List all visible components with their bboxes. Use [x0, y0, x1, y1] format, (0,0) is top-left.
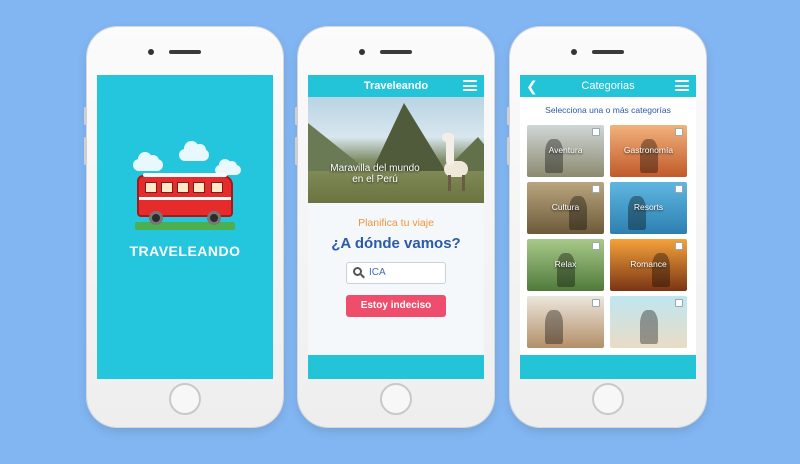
search-value: ICA [369, 267, 386, 278]
undecided-button[interactable]: Estoy indeciso [346, 295, 446, 317]
phone-side-button [295, 107, 298, 125]
category-tile[interactable] [610, 296, 687, 348]
category-checkbox[interactable] [592, 299, 600, 307]
category-tile[interactable]: Aventura [527, 125, 604, 177]
category-label: Gastronomía [623, 145, 674, 155]
cloud-icon [179, 141, 209, 161]
phone-side-button [507, 137, 510, 165]
category-label: Aventura [548, 145, 583, 155]
app-header: ❮ Categorias [520, 75, 696, 97]
category-label: Resorts [633, 202, 664, 212]
bus-window [145, 182, 157, 193]
cloud-icon [133, 152, 163, 171]
phone-splash: TRAVELEANDO [84, 27, 283, 427]
speaker-grille [380, 50, 412, 54]
camera-icon [359, 49, 365, 55]
categories-subtitle: Selecciona una o más categorías [545, 105, 671, 115]
llama-icon [440, 133, 470, 193]
hero-image: Maravilla del mundo en el Perú [308, 97, 484, 203]
header-title: Traveleando [363, 80, 429, 92]
phone-side-button [507, 107, 510, 125]
phone-side-button [295, 137, 298, 165]
category-grid: Aventura Gastronomía Cultura Resorts Relax Ro… [527, 125, 689, 348]
splash-screen: TRAVELEANDO [97, 75, 273, 379]
bottom-bar [520, 355, 696, 379]
home-button[interactable] [169, 383, 201, 415]
app-header: Traveleando [308, 75, 484, 97]
camera-icon [148, 49, 154, 55]
category-checkbox[interactable] [592, 128, 600, 136]
destination-question: ¿A dónde vamos? [331, 235, 461, 252]
bus-window [161, 182, 173, 193]
hero-caption: Maravilla del mundo en el Perú [330, 163, 420, 185]
speaker-grille [592, 50, 624, 54]
grass-strip [135, 222, 235, 230]
header-title: Categorias [581, 80, 635, 92]
menu-icon[interactable] [463, 80, 477, 91]
category-photo-detail [640, 310, 658, 344]
plan-trip-label: Planifica tu viaje [358, 217, 434, 229]
category-photo-detail [545, 310, 563, 344]
category-checkbox[interactable] [592, 185, 600, 193]
splash-background: TRAVELEANDO [97, 75, 273, 379]
category-label: Romance [630, 259, 667, 269]
bottom-bar [308, 355, 484, 379]
category-tile[interactable]: Resorts [610, 182, 687, 234]
camera-icon [571, 49, 577, 55]
wheel-icon [207, 211, 221, 225]
category-checkbox[interactable] [675, 299, 683, 307]
categories-screen: ❮ Categorias Selecciona una o más catego… [520, 75, 696, 379]
search-icon [353, 267, 365, 279]
category-checkbox[interactable] [675, 185, 683, 193]
category-tile[interactable] [527, 296, 604, 348]
home-button[interactable] [592, 383, 624, 415]
menu-icon[interactable] [675, 80, 689, 91]
category-checkbox[interactable] [675, 128, 683, 136]
splash-title: TRAVELEANDO [129, 243, 241, 259]
category-label: Cultura [551, 202, 580, 212]
category-tile[interactable]: Romance [610, 239, 687, 291]
phone-side-button [84, 137, 87, 165]
bus-roof [143, 173, 227, 177]
bus-stripe [139, 197, 231, 200]
wheel-icon [149, 211, 163, 225]
home-button[interactable] [380, 383, 412, 415]
category-label: Relax [554, 259, 577, 269]
destination-search-input[interactable]: ICA [346, 262, 446, 284]
home-content: Planifica tu viaje ¿A dónde vamos? ICA E… [308, 203, 484, 355]
bus-window [177, 182, 189, 193]
category-tile[interactable]: Cultura [527, 182, 604, 234]
phone-categories: ❮ Categorias Selecciona una o más catego… [507, 27, 706, 427]
category-tile[interactable]: Relax [527, 239, 604, 291]
speaker-grille [169, 50, 201, 54]
home-screen: Traveleando Maravilla del mundo en el Pe… [308, 75, 484, 379]
back-arrow-icon[interactable]: ❮ [526, 78, 538, 94]
bus-window [193, 182, 205, 193]
category-tile[interactable]: Gastronomía [610, 125, 687, 177]
bus-window [211, 182, 223, 193]
category-checkbox[interactable] [592, 242, 600, 250]
category-checkbox[interactable] [675, 242, 683, 250]
phone-home: Traveleando Maravilla del mundo en el Pe… [295, 27, 494, 427]
bus-icon [137, 173, 233, 217]
phone-side-button [84, 107, 87, 125]
